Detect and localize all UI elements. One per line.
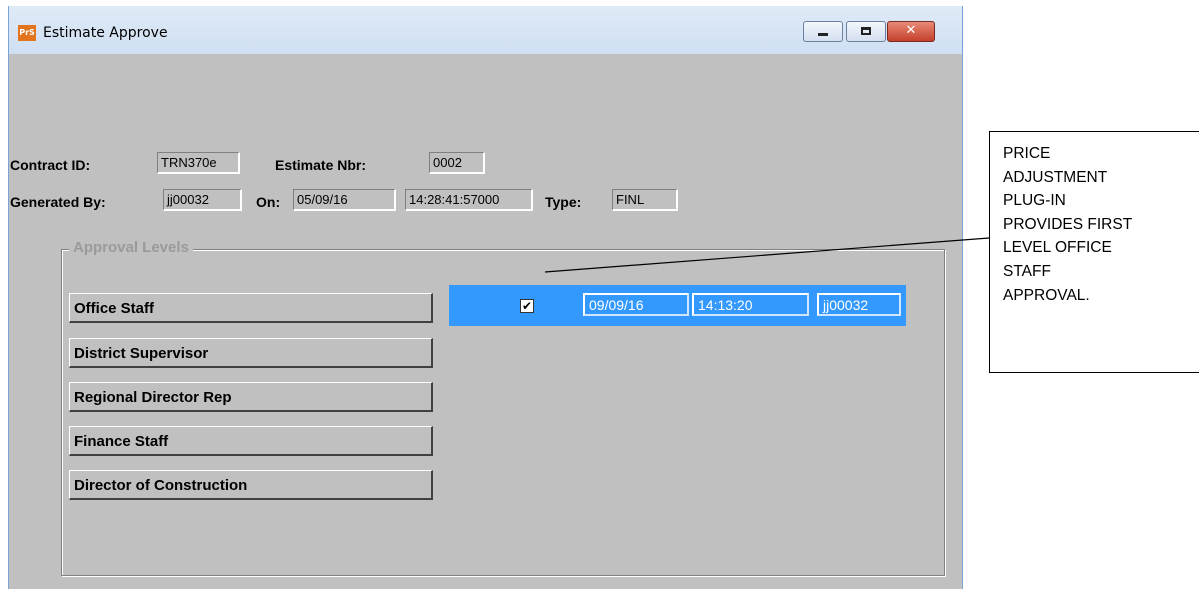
callout-line: ADJUSTMENT	[1003, 168, 1108, 186]
callout-line: LEVEL OFFICE	[1003, 239, 1112, 257]
callout-line: PROVIDES FIRST	[1003, 215, 1133, 233]
callout-line: PLUG-IN	[1003, 192, 1066, 210]
callout-box: PRICE ADJUSTMENT PLUG-IN PROVIDES FIRST …	[989, 131, 1199, 373]
callout-text: PRICE ADJUSTMENT PLUG-IN PROVIDES FIRST …	[1003, 142, 1195, 307]
callout-line: STAFF	[1003, 262, 1051, 280]
callout-line: APPROVAL.	[1003, 286, 1090, 304]
callout-line: PRICE	[1003, 145, 1051, 162]
